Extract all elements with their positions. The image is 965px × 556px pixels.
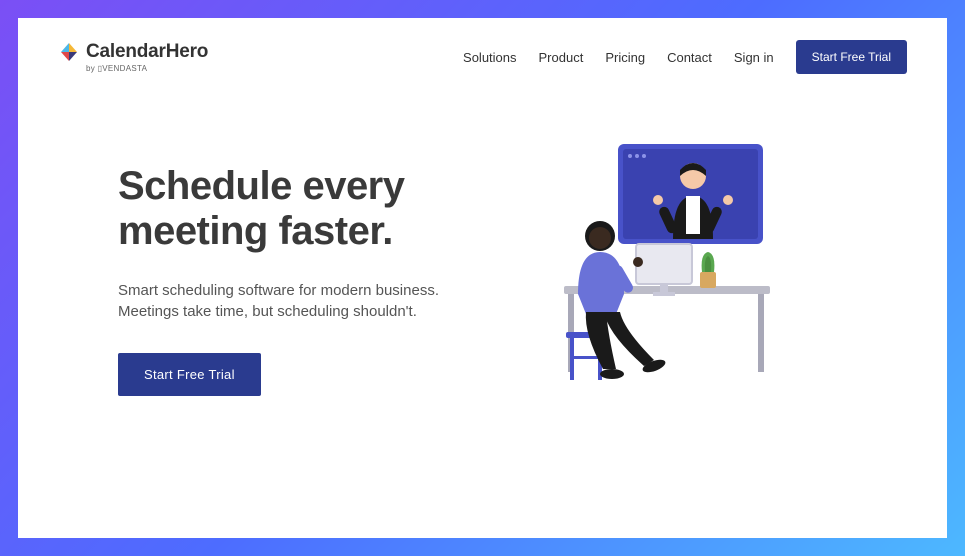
nav-pricing[interactable]: Pricing [605, 50, 645, 65]
nav-product[interactable]: Product [539, 50, 584, 65]
hero: Schedule every meeting faster. Smart sch… [18, 74, 947, 419]
header-start-free-trial-button[interactable]: Start Free Trial [796, 40, 907, 74]
nav: Solutions Product Pricing Contact Sign i… [463, 40, 907, 74]
meeting-illustration-icon [508, 134, 788, 414]
nav-solutions[interactable]: Solutions [463, 50, 516, 65]
calendarhero-logo-icon [58, 41, 80, 63]
hero-subtitle: Smart scheduling software for modern bus… [118, 280, 478, 324]
nav-contact[interactable]: Contact [667, 50, 712, 65]
hero-text-column: Schedule every meeting faster. Smart sch… [118, 164, 478, 396]
hero-start-free-trial-button[interactable]: Start Free Trial [118, 353, 261, 396]
hero-title: Schedule every meeting faster. [118, 164, 478, 254]
brand-byline: by ▯VENDASTA [86, 64, 147, 73]
page: CalendarHero by ▯VENDASTA Solutions Prod… [18, 18, 947, 538]
nav-signin[interactable]: Sign in [734, 50, 774, 65]
logo-block[interactable]: CalendarHero by ▯VENDASTA [58, 41, 208, 73]
header: CalendarHero by ▯VENDASTA Solutions Prod… [18, 18, 947, 74]
logo-row: CalendarHero [58, 41, 208, 63]
hero-illustration [508, 134, 907, 419]
brand-name: CalendarHero [86, 41, 208, 63]
